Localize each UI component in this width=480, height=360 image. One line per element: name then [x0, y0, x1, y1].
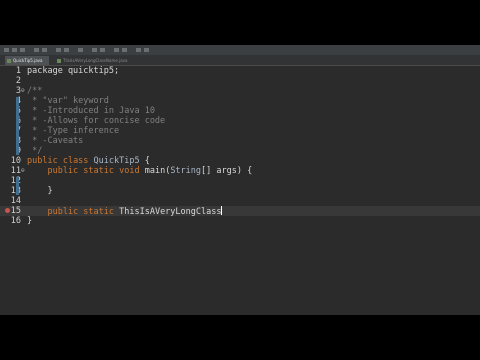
save-icon[interactable] [12, 48, 17, 52]
code-token: public [27, 166, 84, 176]
code-line[interactable]: 9 */ [0, 146, 480, 156]
code-token: void [119, 166, 145, 176]
code-line[interactable]: 5 * -Introduced in Java 10 [0, 106, 480, 116]
line-number: 15 [10, 206, 21, 216]
code-line[interactable]: 13 } [0, 186, 480, 196]
code-line[interactable]: 1 package quicktip5; [0, 66, 480, 76]
new-class-icon[interactable] [64, 48, 69, 52]
line-number: 2 [15, 76, 21, 86]
fold-region-indicator [16, 177, 19, 195]
code-line[interactable]: 4 * "var" keyword [0, 96, 480, 106]
code-text: * -Type inference [27, 126, 119, 136]
line-number: 16 [10, 216, 21, 226]
line-number: 14 [10, 196, 21, 206]
code-text: package quicktip5; [27, 66, 119, 76]
code-line[interactable]: 10 public class QuickTip5 { [0, 156, 480, 166]
code-text: public static void main(String[] args) { [27, 166, 252, 176]
code-token: * -Type inference [27, 126, 120, 136]
tab-label: ThisIsAVeryLongClassName.java [63, 58, 128, 63]
code-line[interactable]: 14 [0, 196, 480, 206]
code-editor[interactable]: 1package quicktip5;23⊖/**4 * "var" keywo… [0, 66, 480, 315]
java-file-icon [57, 59, 61, 63]
code-line[interactable]: 2 [0, 76, 480, 86]
code-token: * -Caveats [27, 136, 84, 146]
code-line[interactable]: 3 ⊖/** [0, 86, 480, 96]
code-token: * -Introduced in Java 10 [27, 106, 155, 116]
code-text: public class QuickTip5 { [27, 156, 150, 166]
code-line[interactable]: 16} [0, 216, 480, 226]
ide-window: QuickTip5.java ThisIsAVeryLongClassName.… [0, 45, 480, 315]
new-project-icon[interactable] [56, 48, 61, 52]
code-text: * -Introduced in Java 10 [27, 106, 155, 116]
line-number: 11 [10, 166, 21, 176]
code-line[interactable]: 8 * -Caveats [0, 136, 480, 146]
forward-icon[interactable] [100, 48, 105, 52]
code-token: public [27, 156, 63, 166]
back-icon[interactable] [92, 48, 97, 52]
code-token: static [83, 166, 120, 176]
editor-tab-bar: QuickTip5.java ThisIsAVeryLongClassName.… [0, 55, 480, 66]
code-text: } [27, 216, 32, 226]
pin-editor-icon[interactable] [136, 48, 141, 52]
code-token: package quicktip5; [27, 66, 120, 76]
new-file-icon[interactable] [4, 48, 9, 52]
code-token: class [62, 156, 94, 166]
code-token: } [27, 186, 53, 196]
code-text: * "var" keyword [27, 96, 109, 106]
code-text: /** [27, 86, 42, 96]
code-line[interactable]: 11 ⊖ public static void main(String[] arg… [0, 166, 480, 176]
code-token: String [170, 166, 202, 176]
text-caret [221, 206, 223, 215]
code-token: * "var" keyword [27, 96, 109, 106]
print-icon[interactable] [20, 48, 25, 52]
fold-toggle-icon[interactable]: ⊖ [21, 166, 25, 176]
code-token: [] args) { [201, 166, 253, 176]
line-number: 3 [15, 86, 21, 96]
fold-toggle-icon[interactable]: ⊖ [21, 86, 25, 96]
line-number: 1 [15, 66, 21, 76]
code-token: * -Allows for concise code [27, 116, 166, 126]
previous-annotation-icon[interactable] [122, 48, 127, 52]
debug-icon[interactable] [34, 48, 39, 52]
tab-quicktip5[interactable]: QuickTip5.java [5, 56, 49, 65]
code-line[interactable]: 12 [0, 176, 480, 186]
tab-this-is-a-very-long-class-name[interactable]: ThisIsAVeryLongClassName.java [55, 56, 145, 65]
code-line[interactable]: 15 public static ThisIsAVeryLongClass [0, 206, 480, 217]
search-icon[interactable] [78, 48, 83, 52]
line-number: 10 [10, 156, 21, 166]
code-token: QuickTip5 [93, 156, 140, 166]
tab-label: QuickTip5.java [13, 58, 43, 63]
code-token: { [139, 156, 150, 166]
code-line[interactable]: 7 * -Type inference [0, 126, 480, 136]
code-token: /** [27, 86, 43, 96]
code-token: main( [144, 166, 171, 176]
external-tools-icon[interactable] [144, 48, 149, 52]
toolbar [0, 45, 480, 55]
next-annotation-icon[interactable] [114, 48, 119, 52]
code-token: */ [27, 146, 43, 156]
code-text: * -Caveats [27, 136, 83, 146]
java-file-icon [7, 59, 11, 63]
code-token: } [27, 216, 33, 226]
code-text: */ [27, 146, 42, 156]
code-text: } [27, 186, 53, 196]
fold-region-indicator [16, 97, 19, 155]
code-line[interactable]: 6 * -Allows for concise code [0, 116, 480, 126]
code-text: * -Allows for concise code [27, 116, 165, 126]
run-icon[interactable] [42, 48, 47, 52]
